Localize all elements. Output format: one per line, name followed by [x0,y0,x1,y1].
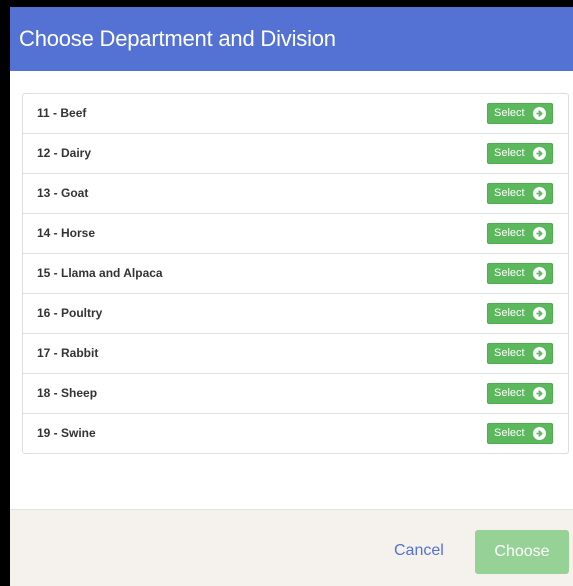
circle-arrow-right-icon [533,307,546,320]
select-button[interactable]: Select [487,423,553,444]
department-row: 14 - Horse Select [23,213,568,253]
dialog-footer: Cancel Choose [10,509,573,586]
department-row: 16 - Poultry Select [23,293,568,333]
department-label: 18 - Sheep [37,386,98,400]
department-label: 13 - Goat [37,186,89,200]
select-button[interactable]: Select [487,343,553,364]
circle-arrow-right-icon [533,347,546,360]
cancel-button[interactable]: Cancel [394,541,444,561]
department-label: 11 - Beef [37,106,87,120]
select-button-label: Select [494,187,525,199]
dialog-top-border [10,0,573,7]
select-button[interactable]: Select [487,303,553,324]
department-row: 13 - Goat Select [23,173,568,213]
dialog-body: 11 - Beef Select 12 - Dairy Select 13 - … [10,71,573,509]
select-button-label: Select [494,267,525,279]
select-button-label: Select [494,227,525,239]
select-button-label: Select [494,307,525,319]
department-row: 18 - Sheep Select [23,373,568,413]
dialog-header: Choose Department and Division [10,7,573,71]
select-button[interactable]: Select [487,383,553,404]
select-button-label: Select [494,387,525,399]
choose-button[interactable]: Choose [475,530,569,574]
department-label: 15 - Llama and Alpaca [37,266,163,280]
circle-arrow-right-icon [533,267,546,280]
department-label: 12 - Dairy [37,146,92,160]
select-button[interactable]: Select [487,263,553,284]
circle-arrow-right-icon [533,387,546,400]
select-button-label: Select [494,347,525,359]
department-list: 11 - Beef Select 12 - Dairy Select 13 - … [22,93,569,454]
department-label: 16 - Poultry [37,306,103,320]
select-button[interactable]: Select [487,143,553,164]
department-row: 11 - Beef Select [23,94,568,133]
select-button[interactable]: Select [487,103,553,124]
circle-arrow-right-icon [533,107,546,120]
select-button-label: Select [494,427,525,439]
dialog-title: Choose Department and Division [19,26,336,51]
department-label: 14 - Horse [37,226,96,240]
select-button[interactable]: Select [487,183,553,204]
circle-arrow-right-icon [533,187,546,200]
department-label: 17 - Rabbit [37,346,99,360]
circle-arrow-right-icon [533,147,546,160]
select-button[interactable]: Select [487,223,553,244]
department-row: 15 - Llama and Alpaca Select [23,253,568,293]
department-label: 19 - Swine [37,426,96,440]
department-row: 12 - Dairy Select [23,133,568,173]
select-button-label: Select [494,147,525,159]
circle-arrow-right-icon [533,427,546,440]
department-row: 19 - Swine Select [23,413,568,453]
circle-arrow-right-icon [533,227,546,240]
select-button-label: Select [494,107,525,119]
department-row: 17 - Rabbit Select [23,333,568,373]
department-dialog: Choose Department and Division 11 - Beef… [10,0,573,586]
